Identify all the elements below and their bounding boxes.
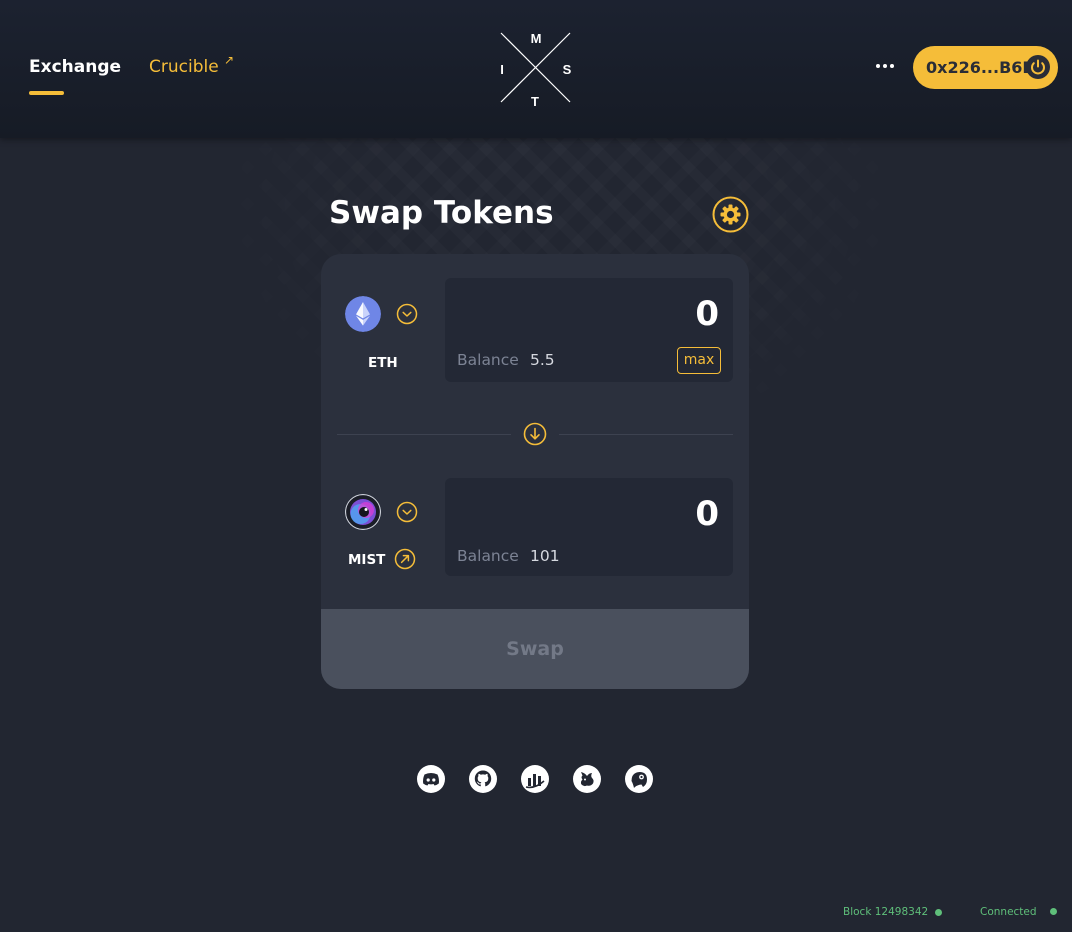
connection-status: Connected bbox=[980, 906, 1037, 918]
nav-crucible[interactable]: Crucible ↗ bbox=[149, 53, 234, 77]
more-dot bbox=[890, 64, 894, 68]
from-amount-box: Balance 5.5 max bbox=[445, 278, 733, 382]
chevron-down-icon[interactable] bbox=[396, 303, 418, 325]
to-amount-box: Balance 101 bbox=[445, 478, 733, 576]
chevron-down-icon[interactable] bbox=[396, 501, 418, 523]
block-number: Block 12498342 bbox=[843, 906, 929, 918]
to-token-symbol: MIST bbox=[348, 552, 386, 568]
more-options-button[interactable] bbox=[873, 56, 897, 76]
arrow-down-circle-icon[interactable] bbox=[523, 422, 547, 446]
nav-crucible-label: Crucible bbox=[149, 57, 219, 77]
external-link-icon[interactable] bbox=[394, 548, 416, 570]
connection-status-dot bbox=[1050, 908, 1057, 915]
block-status-dot bbox=[935, 909, 942, 916]
to-balance-label: Balance bbox=[457, 547, 519, 565]
nav-exchange[interactable]: Exchange bbox=[29, 57, 121, 77]
wallet-button[interactable]: 0x226...B6E bbox=[913, 46, 1058, 89]
ethereum-icon[interactable] bbox=[345, 296, 381, 332]
app-page: Exchange Crucible ↗ M I S T 0x226...B6E bbox=[0, 0, 1072, 932]
from-amount-input[interactable] bbox=[479, 294, 719, 334]
power-icon[interactable] bbox=[1025, 54, 1051, 80]
discord-icon[interactable] bbox=[416, 764, 446, 794]
logo-letter-top: M bbox=[531, 31, 542, 46]
divider bbox=[337, 434, 511, 435]
swap-button[interactable]: Swap bbox=[321, 609, 749, 689]
uniswap-icon[interactable] bbox=[572, 764, 602, 794]
external-link-icon: ↗ bbox=[224, 53, 235, 67]
swap-card: ETH Balance 5.5 max bbox=[321, 254, 749, 689]
coingecko-icon[interactable] bbox=[624, 764, 654, 794]
chart-icon[interactable] bbox=[520, 764, 550, 794]
to-amount-input[interactable] bbox=[479, 494, 719, 534]
logo-letter-left: I bbox=[500, 62, 504, 77]
wallet-address: 0x226...B6E bbox=[926, 58, 1034, 77]
top-header: Exchange Crucible ↗ M I S T 0x226...B6E bbox=[0, 0, 1072, 138]
more-dot bbox=[876, 64, 880, 68]
nav-active-indicator bbox=[29, 91, 64, 95]
from-balance-label: Balance bbox=[457, 351, 519, 369]
logo-letter-bottom: T bbox=[531, 94, 539, 106]
page-title: Swap Tokens bbox=[329, 195, 554, 231]
more-dot bbox=[883, 64, 887, 68]
divider bbox=[559, 434, 733, 435]
gear-icon[interactable] bbox=[712, 196, 749, 233]
to-balance-value: 101 bbox=[530, 547, 560, 565]
mist-logo: M I S T bbox=[498, 30, 574, 106]
from-token-symbol: ETH bbox=[368, 355, 398, 371]
max-button[interactable]: max bbox=[677, 347, 721, 374]
logo-letter-right: S bbox=[563, 62, 572, 77]
github-icon[interactable] bbox=[468, 764, 498, 794]
mist-icon[interactable] bbox=[345, 494, 381, 530]
from-balance-value: 5.5 bbox=[530, 351, 555, 369]
